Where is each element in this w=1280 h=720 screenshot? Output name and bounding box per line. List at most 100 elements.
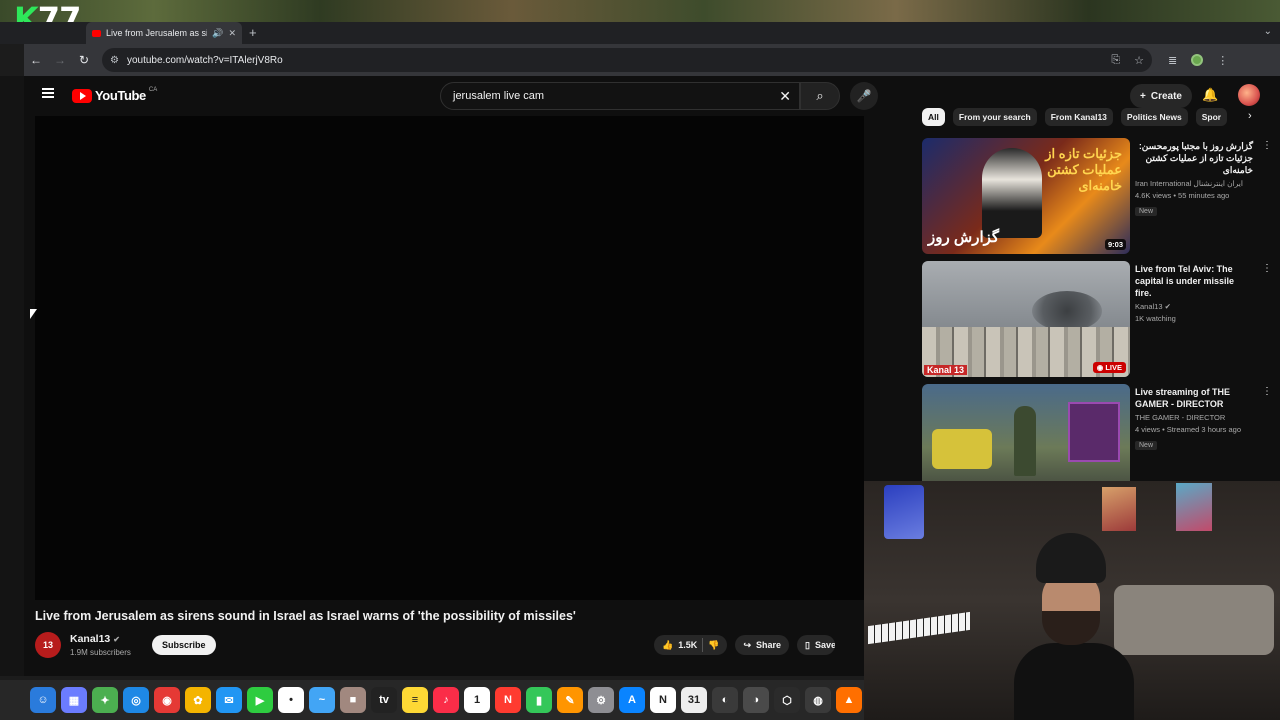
search-input[interactable]: jerusalem live cam ✕ [440, 82, 800, 110]
verified-check-icon: ✔ [113, 635, 120, 644]
like-divider [702, 638, 704, 652]
chip-from-your-search[interactable]: From your search [952, 108, 1037, 126]
facetime-icon[interactable]: ▶ [247, 687, 273, 713]
settings-icon[interactable]: ⚙ [588, 687, 614, 713]
more-options-icon[interactable]: ⋮ [1262, 263, 1272, 274]
calendar-icon[interactable]: 1 [464, 687, 490, 713]
app7-icon[interactable]: ▲ [836, 687, 862, 713]
more-options-icon[interactable]: ⋮ [1262, 140, 1272, 151]
address-bar[interactable]: ⚙ youtube.com/watch?v=ITAlerjV8Ro ⎘ ☆ [102, 48, 1152, 72]
profile-extension-icon[interactable] [1191, 54, 1204, 66]
tab-search-chevron-icon[interactable]: ⌄ [1264, 26, 1272, 37]
video-thumbnail[interactable]: جزئیات تازه از عملیات کشتن خامنه‌ای گزار… [922, 138, 1130, 254]
channel-name[interactable]: Kanal13 ✔ [70, 633, 120, 645]
mail-icon[interactable]: ✉ [216, 687, 242, 713]
back-arrow-icon[interactable]: ← [24, 53, 48, 67]
recommendation-channel[interactable]: THE GAMER - DIRECTOR [1135, 413, 1253, 422]
media-controls-icon[interactable]: ≣ [1168, 54, 1177, 67]
video-actions: 👍 1.5K 👎 ↪ Share ▯ Save [654, 635, 836, 655]
appstore-icon[interactable]: A [619, 687, 645, 713]
chrome-icon[interactable]: ◉ [154, 687, 180, 713]
like-count[interactable]: 1.5K [678, 640, 697, 650]
save-button[interactable]: ▯ Save [797, 635, 836, 655]
site-info-icon[interactable]: ⚙ [110, 55, 119, 66]
youtube-wordmark: YouTube [95, 88, 146, 103]
youtube-play-logo-icon [72, 88, 92, 103]
recommendation-title[interactable]: گزارش روز با مجتبا پورمحسن: جزئیات تازه … [1135, 140, 1253, 176]
new-tab-plus-icon[interactable]: + [249, 25, 257, 40]
like-dislike-group: 👍 1.5K 👎 [654, 635, 728, 655]
app3-icon[interactable]: ◐ [712, 687, 738, 713]
speaker-icon[interactable]: 🔊 [212, 28, 223, 39]
notion-icon[interactable]: N [650, 687, 676, 713]
voice-search-mic-icon[interactable]: 🎤 [850, 82, 878, 110]
finder-icon[interactable]: ☺ [30, 687, 56, 713]
account-avatar[interactable] [1238, 84, 1260, 106]
reload-icon[interactable]: ↻ [72, 53, 96, 67]
video-player[interactable] [35, 116, 864, 600]
recommendation-item[interactable]: Kanal 13 ◉ LIVE Live from Tel Aviv: The … [922, 261, 1272, 379]
pages-icon[interactable]: ✎ [557, 687, 583, 713]
safari-icon[interactable]: ◎ [123, 687, 149, 713]
clear-search-icon[interactable]: ✕ [779, 88, 791, 105]
thumbnail-caption-2: گزارش روز [928, 229, 1000, 246]
streamer-body [1014, 643, 1134, 720]
forward-arrow-icon[interactable]: → [48, 53, 72, 67]
browser-menu-icon[interactable]: ⋮ [1217, 54, 1228, 67]
notes-icon[interactable]: ≡ [402, 687, 428, 713]
tab-youtube-video[interactable]: Live from Jerusalem as si 🔊 ✕ [86, 22, 242, 44]
calendar2-icon[interactable]: 31 [681, 687, 707, 713]
recommendation-info: گزارش روز با مجتبا پورمحسن: جزئیات تازه … [1135, 140, 1253, 218]
thumbnail-smoke [1032, 291, 1102, 331]
chip-sports[interactable]: Spor [1195, 108, 1228, 126]
channel-avatar[interactable]: 13 [35, 632, 61, 658]
tv-icon[interactable]: tv [371, 687, 397, 713]
bookmark-star-icon[interactable]: ☆ [1134, 54, 1144, 67]
thumbnail-channel-brand: Kanal 13 [924, 365, 968, 375]
news-icon[interactable]: N [495, 687, 521, 713]
duration-badge: 9:03 [1104, 239, 1126, 250]
youtube-logo[interactable]: YouTube CA [72, 86, 158, 103]
app6-icon[interactable]: ◍ [805, 687, 831, 713]
create-button[interactable]: + Create [1130, 84, 1192, 108]
chip-from-kanal13[interactable]: From Kanal13 [1044, 108, 1113, 126]
video-thumbnail[interactable]: Kanal 13 ◉ LIVE [922, 261, 1130, 377]
region-code: CA [148, 86, 158, 93]
app5-icon[interactable]: ⬡ [774, 687, 800, 713]
app2-icon[interactable]: ■ [340, 687, 366, 713]
app-icon[interactable]: ✦ [92, 687, 118, 713]
freeform-icon[interactable]: ~ [309, 687, 335, 713]
dislike-thumb-icon[interactable]: 👎 [708, 640, 719, 651]
share-button[interactable]: ↪ Share [735, 635, 790, 655]
recommendation-channel[interactable]: Iran International ایران اینترنشنال [1135, 179, 1253, 188]
install-app-icon[interactable]: ⎘ [1111, 54, 1120, 67]
mouse-cursor-icon [30, 309, 37, 319]
thumbnail-soldier [1014, 406, 1036, 476]
menu-hamburger-icon[interactable] [42, 88, 54, 98]
chip-all[interactable]: All [922, 108, 945, 126]
thumbnail-portrait [982, 148, 1042, 238]
music-icon[interactable]: ♪ [433, 687, 459, 713]
recommendation-title[interactable]: Live from Tel Aviv: The capital is under… [1135, 263, 1253, 299]
recommendation-item[interactable]: جزئیات تازه از عملیات کشتن خامنه‌ای گزار… [922, 138, 1272, 256]
subscribe-button[interactable]: Subscribe [152, 635, 216, 655]
more-options-icon[interactable]: ⋮ [1262, 386, 1272, 397]
notifications-bell-icon[interactable]: 🔔 [1202, 87, 1218, 103]
recommendation-info: Live from Tel Aviv: The capital is under… [1135, 263, 1253, 323]
app4-icon[interactable]: ◑ [743, 687, 769, 713]
numbers-icon[interactable]: ▮ [526, 687, 552, 713]
reminders-icon[interactable]: • [278, 687, 304, 713]
tab-close-icon[interactable]: ✕ [228, 28, 236, 39]
photos-icon[interactable]: ✿ [185, 687, 211, 713]
launchpad-icon[interactable]: ▦ [61, 687, 87, 713]
webcam-overlay [864, 481, 1280, 720]
recommendation-channel[interactable]: Kanal13 ✔ [1135, 302, 1253, 311]
desktop-wallpaper [0, 0, 1280, 22]
subscriber-count: 1.9M subscribers [70, 648, 131, 657]
recommendation-title[interactable]: Live streaming of THE GAMER - DIRECTOR [1135, 386, 1253, 410]
like-thumb-icon[interactable]: 👍 [662, 640, 673, 651]
chips-next-chevron-icon[interactable]: › [1248, 110, 1252, 122]
search-button[interactable]: ⌕ [800, 82, 840, 110]
search-query-text: jerusalem live cam [453, 90, 545, 102]
chip-politics-news[interactable]: Politics News [1120, 108, 1188, 126]
